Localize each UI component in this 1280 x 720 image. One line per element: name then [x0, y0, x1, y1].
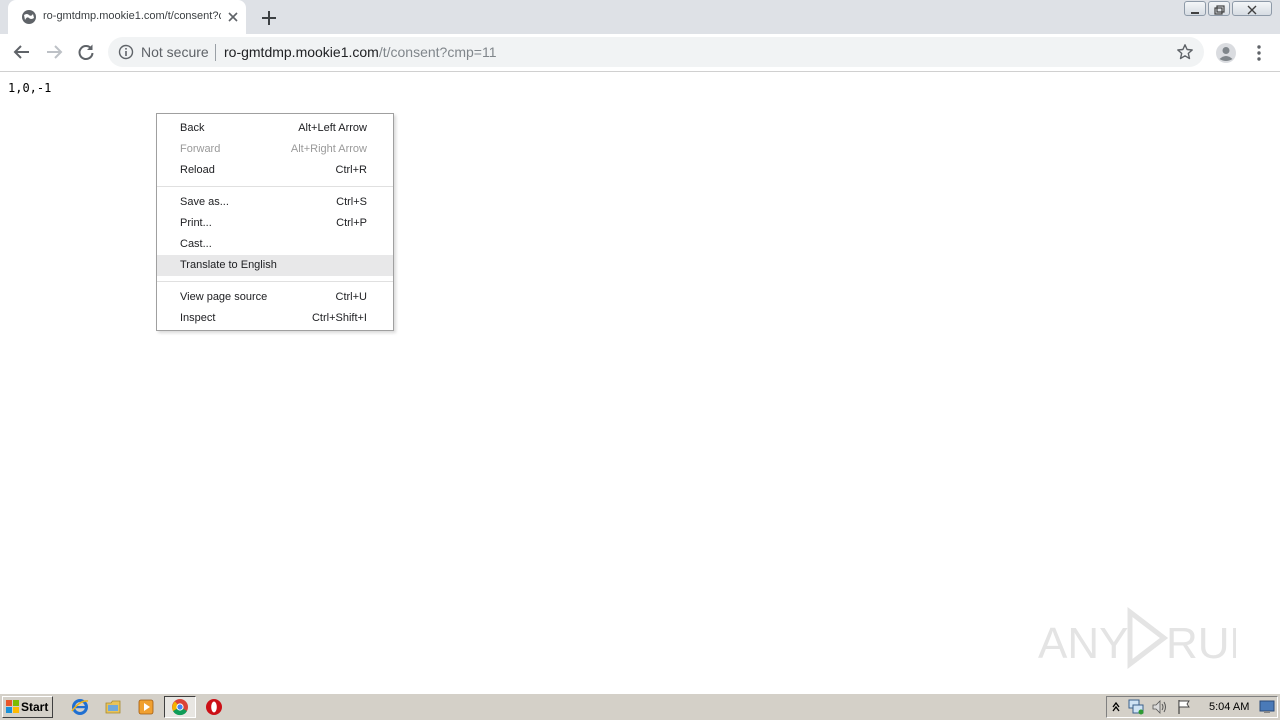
- taskbar-clock: 5:04 AM: [1209, 701, 1250, 713]
- arrow-right-icon[interactable]: [44, 42, 64, 62]
- menu-item-label: Back: [180, 122, 205, 134]
- close-window-button[interactable]: [1232, 1, 1272, 16]
- flag-icon[interactable]: [1175, 699, 1193, 715]
- arrow-left-icon[interactable]: [12, 42, 32, 62]
- reload-icon[interactable]: [76, 42, 96, 62]
- star-icon[interactable]: [1176, 43, 1194, 61]
- page-content: 1,0,-1: [8, 81, 52, 95]
- menu-item-shortcut: Ctrl+R: [335, 164, 367, 176]
- opera-icon[interactable]: [205, 698, 223, 716]
- restore-icon: [1214, 5, 1225, 15]
- folder-icon[interactable]: [104, 698, 122, 716]
- omnibox[interactable]: Not secure ro-gmtdmp.mookie1.com/t/conse…: [108, 37, 1204, 67]
- anyrun-watermark: ANY RUN: [1038, 606, 1236, 670]
- network-icon[interactable]: [1127, 699, 1145, 715]
- menu-item-label: Cast...: [180, 238, 212, 250]
- menu-item-label: Translate to English: [180, 259, 277, 271]
- chrome-icon: [172, 699, 188, 716]
- url-path: /t/consent?cmp=11: [378, 44, 497, 60]
- menu-item-shortcut: Ctrl+Shift+I: [311, 312, 367, 324]
- close-icon[interactable]: [226, 10, 240, 24]
- internet-explorer-icon[interactable]: [71, 698, 89, 716]
- menu-item-shortcut: Ctrl+S: [336, 196, 367, 208]
- info-icon[interactable]: [118, 44, 134, 60]
- browser-tab[interactable]: ro-gmtdmp.mookie1.com/t/consent?cmp=11: [8, 0, 246, 34]
- menu-item-inspect[interactable]: Inspect Ctrl+Shift+I: [157, 308, 393, 329]
- menu-item-label: Save as...: [180, 196, 229, 208]
- show-desktop-icon[interactable]: [1259, 700, 1275, 714]
- more-vert-icon[interactable]: [1250, 43, 1268, 63]
- tab-title: ro-gmtdmp.mookie1.com/t/consent?cmp=11: [43, 10, 221, 22]
- play-icon: [1127, 606, 1169, 670]
- watermark-text-right: RUN: [1166, 619, 1236, 668]
- system-tray: 5:04 AM: [1106, 696, 1278, 718]
- tab-strip: ro-gmtdmp.mookie1.com/t/consent?cmp=11: [0, 0, 1280, 34]
- menu-item-back[interactable]: Back Alt+Left Arrow: [157, 118, 393, 139]
- windows-logo-icon: [6, 700, 19, 713]
- menu-item-print[interactable]: Print... Ctrl+P: [157, 213, 393, 234]
- menu-item-shortcut: Ctrl+U: [335, 291, 367, 303]
- menu-item-cast[interactable]: Cast...: [157, 234, 393, 255]
- menu-item-translate[interactable]: Translate to English: [157, 255, 393, 276]
- menu-item-label: Reload: [180, 164, 215, 176]
- browser-toolbar: Not secure ro-gmtdmp.mookie1.com/t/conse…: [0, 34, 1280, 72]
- avatar-icon[interactable]: [1215, 42, 1237, 64]
- expand-tray-icon[interactable]: [1111, 700, 1121, 714]
- menu-item-label: Inspect: [180, 312, 216, 324]
- minimize-button[interactable]: [1184, 1, 1206, 16]
- menu-item-shortcut: Alt+Right Arrow: [290, 143, 367, 155]
- menu-item-label: Forward: [180, 143, 221, 155]
- security-label[interactable]: Not secure: [141, 44, 209, 60]
- url-text[interactable]: ro-gmtdmp.mookie1.com/t/consent?cmp=11: [224, 44, 496, 60]
- menu-item-label: Print...: [180, 217, 212, 229]
- menu-item-save-as[interactable]: Save as... Ctrl+S: [157, 192, 393, 213]
- menu-item-label: View page source: [180, 291, 268, 303]
- menu-item-shortcut: Ctrl+P: [336, 217, 367, 229]
- minimize-icon: [1191, 12, 1199, 14]
- menu-separator: [157, 281, 393, 282]
- restore-button[interactable]: [1208, 1, 1230, 16]
- menu-item-forward[interactable]: Forward Alt+Right Arrow: [157, 139, 393, 160]
- menu-item-reload[interactable]: Reload Ctrl+R: [157, 160, 393, 181]
- media-player-icon[interactable]: [137, 698, 155, 716]
- watermark-text-left: ANY: [1038, 619, 1128, 668]
- plus-icon[interactable]: [258, 7, 280, 29]
- menu-item-view-source[interactable]: View page source Ctrl+U: [157, 287, 393, 308]
- omnibox-divider: [215, 44, 216, 61]
- start-button[interactable]: Start: [2, 696, 53, 718]
- globe-icon: [22, 10, 36, 24]
- menu-item-shortcut: Alt+Left Arrow: [298, 122, 367, 134]
- volume-icon[interactable]: [1151, 699, 1169, 715]
- chrome-taskbar-button[interactable]: [164, 696, 196, 718]
- url-host: ro-gmtdmp.mookie1.com: [224, 44, 379, 60]
- context-menu: Back Alt+Left Arrow Forward Alt+Right Ar…: [156, 113, 394, 331]
- start-label: Start: [21, 700, 49, 714]
- taskbar: Start 5:04 AM: [0, 693, 1280, 720]
- close-icon: [1247, 5, 1257, 15]
- menu-separator: [157, 186, 393, 187]
